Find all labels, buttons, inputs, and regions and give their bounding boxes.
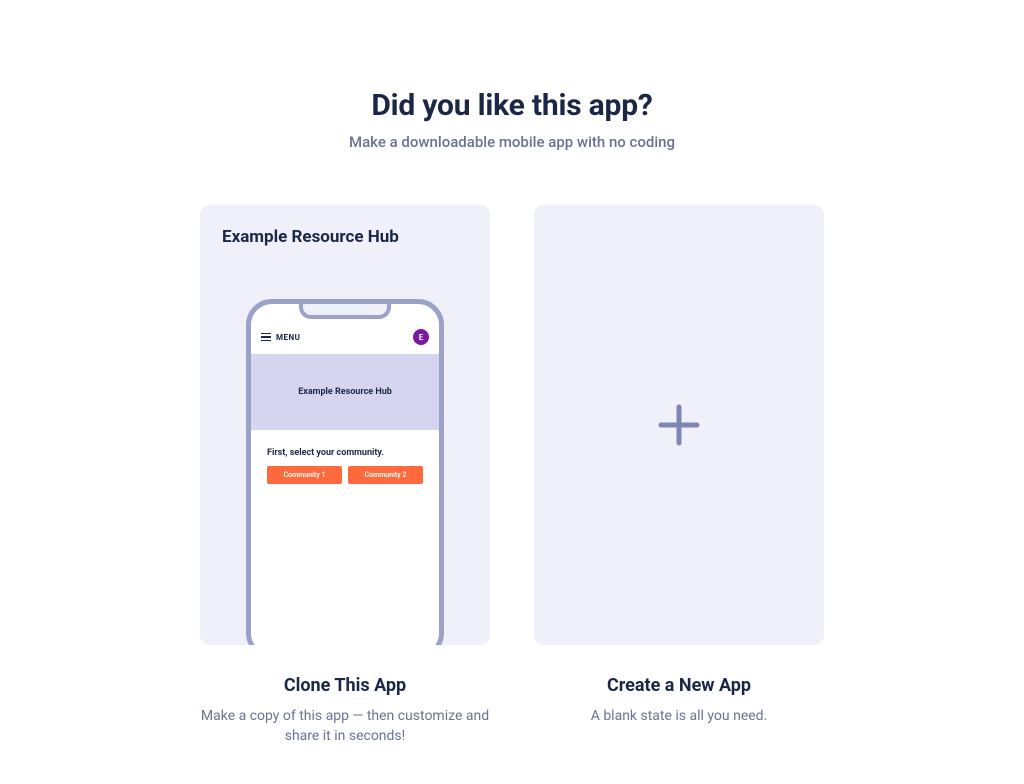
phone-community-button: Community 1	[267, 466, 342, 484]
phone-notch	[299, 303, 391, 319]
clone-caption: Clone This App Make a copy of this app —…	[200, 675, 490, 747]
clone-card-title-area: Example Resource Hub	[200, 205, 490, 247]
page-subtitle: Make a downloadable mobile app with no c…	[349, 133, 675, 151]
clone-caption-body: Make a copy of this app — then customize…	[200, 706, 490, 747]
phone-button-row: Community 1 Community 2	[267, 466, 423, 484]
new-app-caption-title: Create a New App	[534, 675, 824, 696]
page: Did you like this app? Make a downloadab…	[0, 0, 1024, 784]
phone-hero: Example Resource Hub	[251, 354, 439, 430]
clone-caption-title: Clone This App	[200, 675, 490, 696]
new-app-card[interactable]	[534, 205, 824, 645]
avatar-icon: E	[413, 329, 429, 345]
phone-menu-button: MENU	[261, 333, 300, 342]
phone-community-button: Community 2	[348, 466, 423, 484]
phone-section-title: First, select your community.	[267, 448, 423, 458]
new-app-option: Create a New App A blank state is all yo…	[534, 205, 824, 747]
clone-card[interactable]: Example Resource Hub MENU	[200, 205, 490, 645]
avatar-letter: E	[419, 333, 424, 342]
phone-section: First, select your community. Community …	[259, 438, 431, 492]
new-app-caption: Create a New App A blank state is all yo…	[534, 675, 824, 726]
clone-option: Example Resource Hub MENU	[200, 205, 490, 747]
hamburger-icon	[261, 333, 271, 342]
phone-hero-title: Example Resource Hub	[298, 387, 392, 397]
phone-mockup: MENU E Example Resource Hub First, selec…	[246, 299, 444, 645]
phone-topbar: MENU E	[251, 320, 439, 354]
option-cards-row: Example Resource Hub MENU	[200, 205, 824, 747]
new-app-caption-body: A blank state is all you need.	[534, 706, 824, 726]
clone-card-title: Example Resource Hub	[222, 227, 468, 247]
page-title: Did you like this app?	[349, 88, 675, 123]
phone-frame: MENU E Example Resource Hub First, selec…	[246, 299, 444, 645]
page-header: Did you like this app? Make a downloadab…	[349, 88, 675, 151]
plus-icon	[655, 401, 703, 449]
phone-menu-label: MENU	[276, 333, 300, 342]
